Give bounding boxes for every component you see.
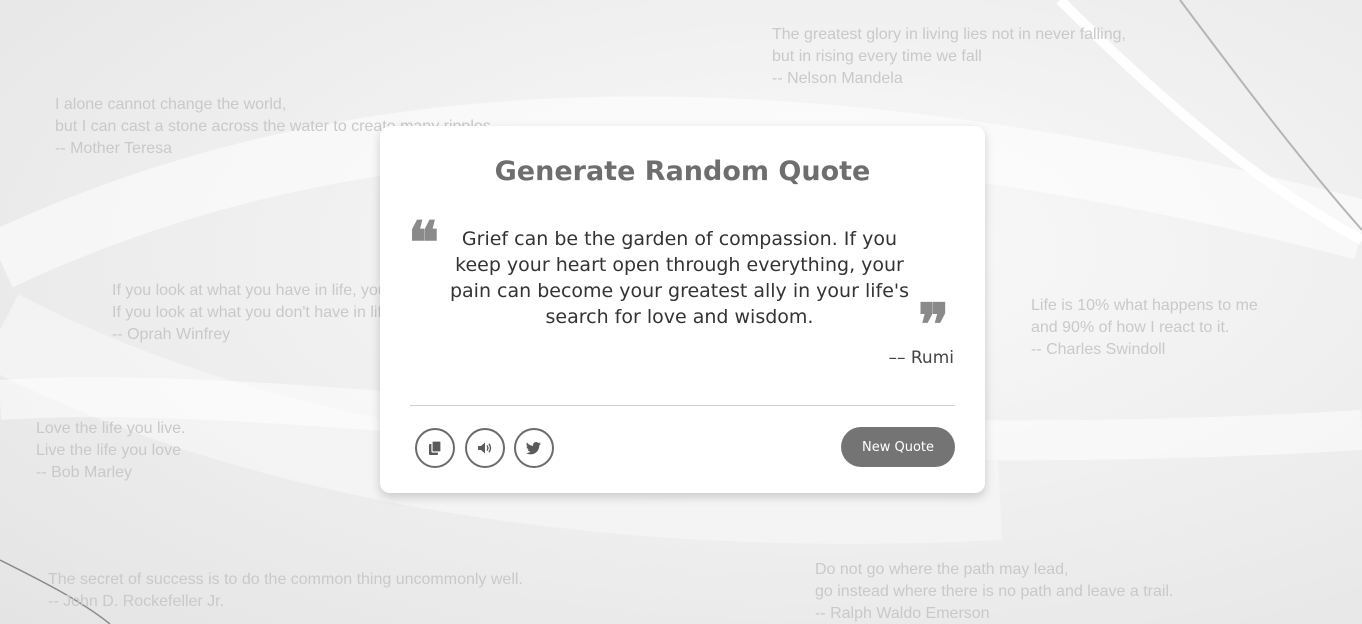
copy-button[interactable] — [415, 428, 455, 468]
background-quote-line: The greatest glory in living lies not in… — [772, 26, 1126, 43]
background-quote-mandela: The greatest glory in living lies not in… — [772, 24, 1126, 90]
copy-icon — [429, 440, 442, 455]
background-quote-line: I alone cannot change the world, — [55, 96, 287, 113]
background-quote-marley: Love the life you live. Live the life yo… — [36, 418, 185, 484]
background-quote-emerson: Do not go where the path may lead, go in… — [815, 559, 1173, 624]
twitter-icon — [526, 442, 541, 455]
background-quote-line: The secret of success is to do the commo… — [48, 571, 523, 588]
background-quote-author: -- Nelson Mandela — [772, 70, 903, 87]
quote-text: Grief can be the garden of compassion. I… — [449, 228, 910, 328]
open-quote-icon: ❝ — [408, 209, 440, 277]
speaker-icon — [478, 442, 492, 454]
card-divider — [410, 405, 955, 406]
new-quote-button[interactable]: New Quote — [841, 427, 955, 467]
tweet-button[interactable] — [514, 428, 554, 468]
background-quote-swindoll: Life is 10% what happens to me and 90% o… — [1031, 295, 1258, 361]
background-quote-line: Life is 10% what happens to me — [1031, 297, 1258, 314]
quote-author: –– Rumi — [888, 348, 954, 368]
background-quote-author: -- Bob Marley — [36, 464, 133, 481]
background-quote-line: Do not go where the path may lead, — [815, 561, 1069, 578]
close-quote-icon: ❞ — [918, 291, 950, 359]
card-title: Generate Random Quote — [494, 156, 871, 187]
background-quote-line: go instead where there is no path and le… — [815, 583, 1174, 600]
background-quote-line: Live the life you love — [36, 442, 181, 459]
background-quote-author: -- Ralph Waldo Emerson — [815, 605, 990, 622]
background-quote-author: -- Charles Swindoll — [1031, 341, 1166, 358]
background-quote-line: and 90% of how I react to it. — [1031, 319, 1230, 336]
background-quote-author: -- John D. Rockefeller Jr. — [48, 593, 225, 610]
speak-button[interactable] — [465, 428, 505, 468]
quote-card: Generate Random Quote ❝ Grief can be the… — [380, 126, 985, 493]
background-quote-rockefeller: The secret of success is to do the commo… — [48, 569, 523, 613]
background-quote-line: but in rising every time we fall — [772, 48, 982, 65]
background-quote-line: Love the life you live. — [36, 420, 186, 437]
